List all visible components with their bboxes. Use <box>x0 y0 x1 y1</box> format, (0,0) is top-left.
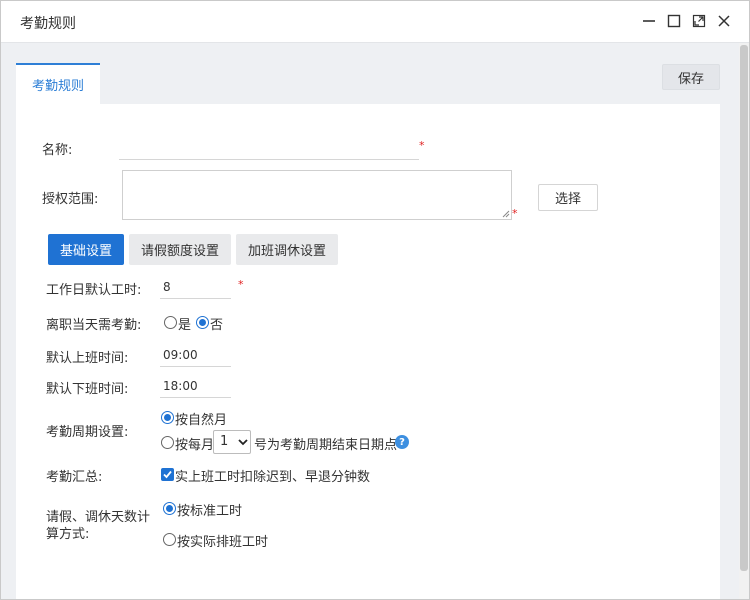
resign-no-radio[interactable] <box>196 316 209 329</box>
resign-label: 离职当天需考勤: <box>46 318 142 333</box>
vertical-scrollbar[interactable] <box>739 43 749 599</box>
title-bar: 考勤规则 <box>1 1 749 43</box>
choose-button[interactable]: 选择 <box>538 184 598 211</box>
dialog-window: 考勤规则 考勤规则 保存 名称: * 授权范围: * 选择 基础设置 请假额度设… <box>0 0 750 600</box>
start-time-label: 默认上班时间: <box>46 351 129 366</box>
workhours-value: 8 <box>163 280 171 294</box>
help-icon[interactable]: ? <box>395 435 409 449</box>
summary-checkbox-label: 实上班工时扣除迟到、早退分钟数 <box>175 470 371 485</box>
cycle-natural-month-label: 按自然月 <box>175 413 228 428</box>
restore-icon[interactable] <box>690 12 708 30</box>
chevron-down-icon <box>238 439 248 446</box>
cycle-day-select[interactable]: 1 <box>213 430 251 454</box>
subtab-leave-quota[interactable]: 请假额度设置 <box>129 234 231 265</box>
cycle-day-value: 1 <box>220 434 229 449</box>
summary-checkbox[interactable] <box>161 468 174 481</box>
resign-yes-radio[interactable] <box>164 316 177 329</box>
cycle-monthly-pre-label: 按每月 <box>175 438 215 453</box>
save-button[interactable]: 保存 <box>662 64 720 90</box>
required-mark: * <box>512 207 518 220</box>
tab-attendance-rules[interactable]: 考勤规则 <box>16 63 100 104</box>
subtab-overtime[interactable]: 加班调休设置 <box>236 234 338 265</box>
leave-calc-label-line2: 算方式: <box>46 527 90 542</box>
start-time-value: 09:00 <box>163 348 198 362</box>
cycle-monthly-post-label: 号为考勤周期结束日期点 <box>254 438 398 453</box>
end-time-label: 默认下班时间: <box>46 382 129 397</box>
close-icon[interactable] <box>715 12 733 30</box>
subtab-basic-settings[interactable]: 基础设置 <box>48 234 124 265</box>
end-time-value: 18:00 <box>163 379 198 393</box>
scope-textarea[interactable] <box>122 170 512 220</box>
scrollbar-thumb[interactable] <box>740 45 748 571</box>
leave-actual-label: 按实际排班工时 <box>177 535 269 550</box>
checkmark-icon <box>163 470 172 479</box>
cycle-natural-month-radio[interactable] <box>161 411 174 424</box>
summary-label: 考勤汇总: <box>46 470 103 485</box>
leave-standard-radio[interactable] <box>163 502 176 515</box>
leave-actual-radio[interactable] <box>163 533 176 546</box>
scope-label: 授权范围: <box>42 192 99 207</box>
required-mark: * <box>238 278 244 291</box>
cycle-monthly-day-radio[interactable] <box>161 436 174 449</box>
name-label: 名称: <box>42 143 73 158</box>
resign-yes-label: 是 <box>178 318 192 333</box>
workhours-label: 工作日默认工时: <box>46 283 142 298</box>
window-title: 考勤规则 <box>20 16 76 32</box>
cycle-label: 考勤周期设置: <box>46 425 129 440</box>
required-mark: * <box>419 139 425 152</box>
name-input[interactable] <box>119 142 419 160</box>
minimize-icon[interactable] <box>640 12 658 30</box>
maximize-icon[interactable] <box>665 12 683 30</box>
workhours-input[interactable] <box>160 279 231 299</box>
resize-handle-icon[interactable] <box>502 210 510 218</box>
resign-no-label: 否 <box>210 318 224 333</box>
leave-standard-label: 按标准工时 <box>177 504 243 519</box>
